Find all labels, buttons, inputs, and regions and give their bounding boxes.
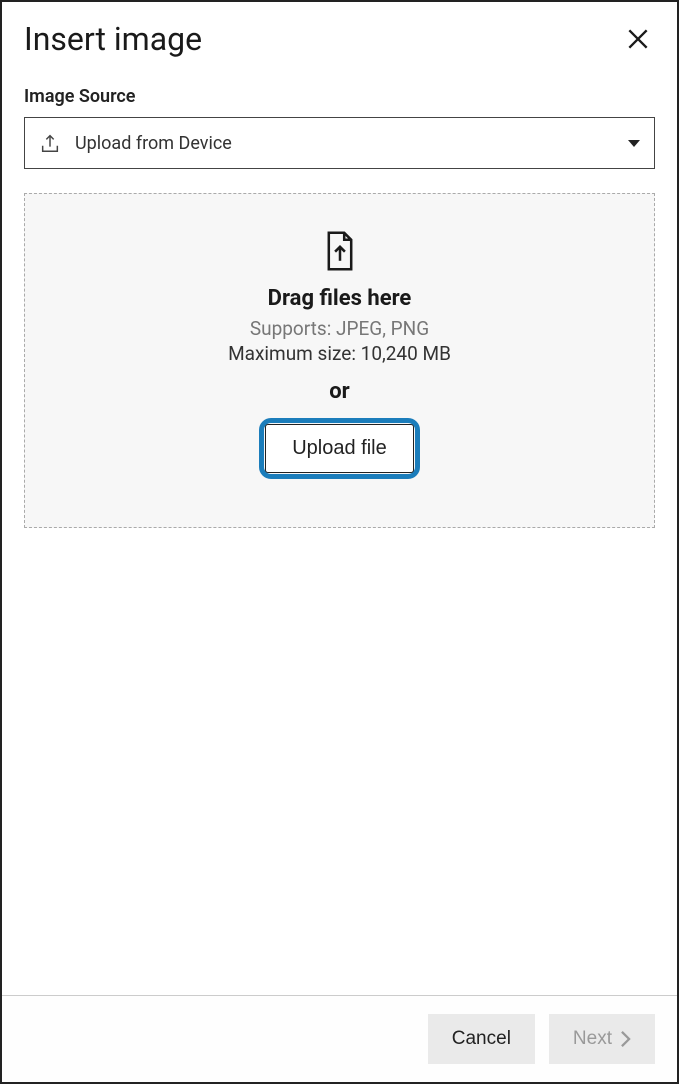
close-button[interactable] [621,22,655,56]
dropzone-or: or [329,379,349,404]
dialog-title: Insert image [24,20,202,58]
chevron-right-icon [620,1030,631,1048]
cancel-button[interactable]: Cancel [428,1014,535,1064]
file-dropzone[interactable]: Drag files here Supports: JPEG, PNG Maxi… [24,193,655,528]
next-button[interactable]: Next [549,1014,655,1064]
file-upload-icon [323,230,357,272]
dialog-body: Insert image Image Source Upload from De… [2,2,677,995]
dialog-footer: Cancel Next [2,995,677,1082]
dropzone-max-size: Maximum size: 10,240 MB [228,342,451,365]
close-icon [625,26,651,52]
dropzone-title: Drag files here [268,286,412,311]
upload-file-button[interactable]: Upload file [265,424,414,473]
next-button-label: Next [573,1028,612,1050]
dropzone-supports: Supports: JPEG, PNG [250,317,429,340]
dialog-header: Insert image [24,20,655,58]
image-source-label: Image Source [24,86,655,107]
cancel-button-label: Cancel [452,1028,511,1050]
image-source-selected: Upload from Device [75,133,628,154]
insert-image-dialog: Insert image Image Source Upload from De… [0,0,679,1084]
upload-icon [39,132,61,154]
dropdown-caret-icon [628,140,640,147]
image-source-select[interactable]: Upload from Device [24,117,655,169]
upload-file-highlight: Upload file [259,418,420,479]
